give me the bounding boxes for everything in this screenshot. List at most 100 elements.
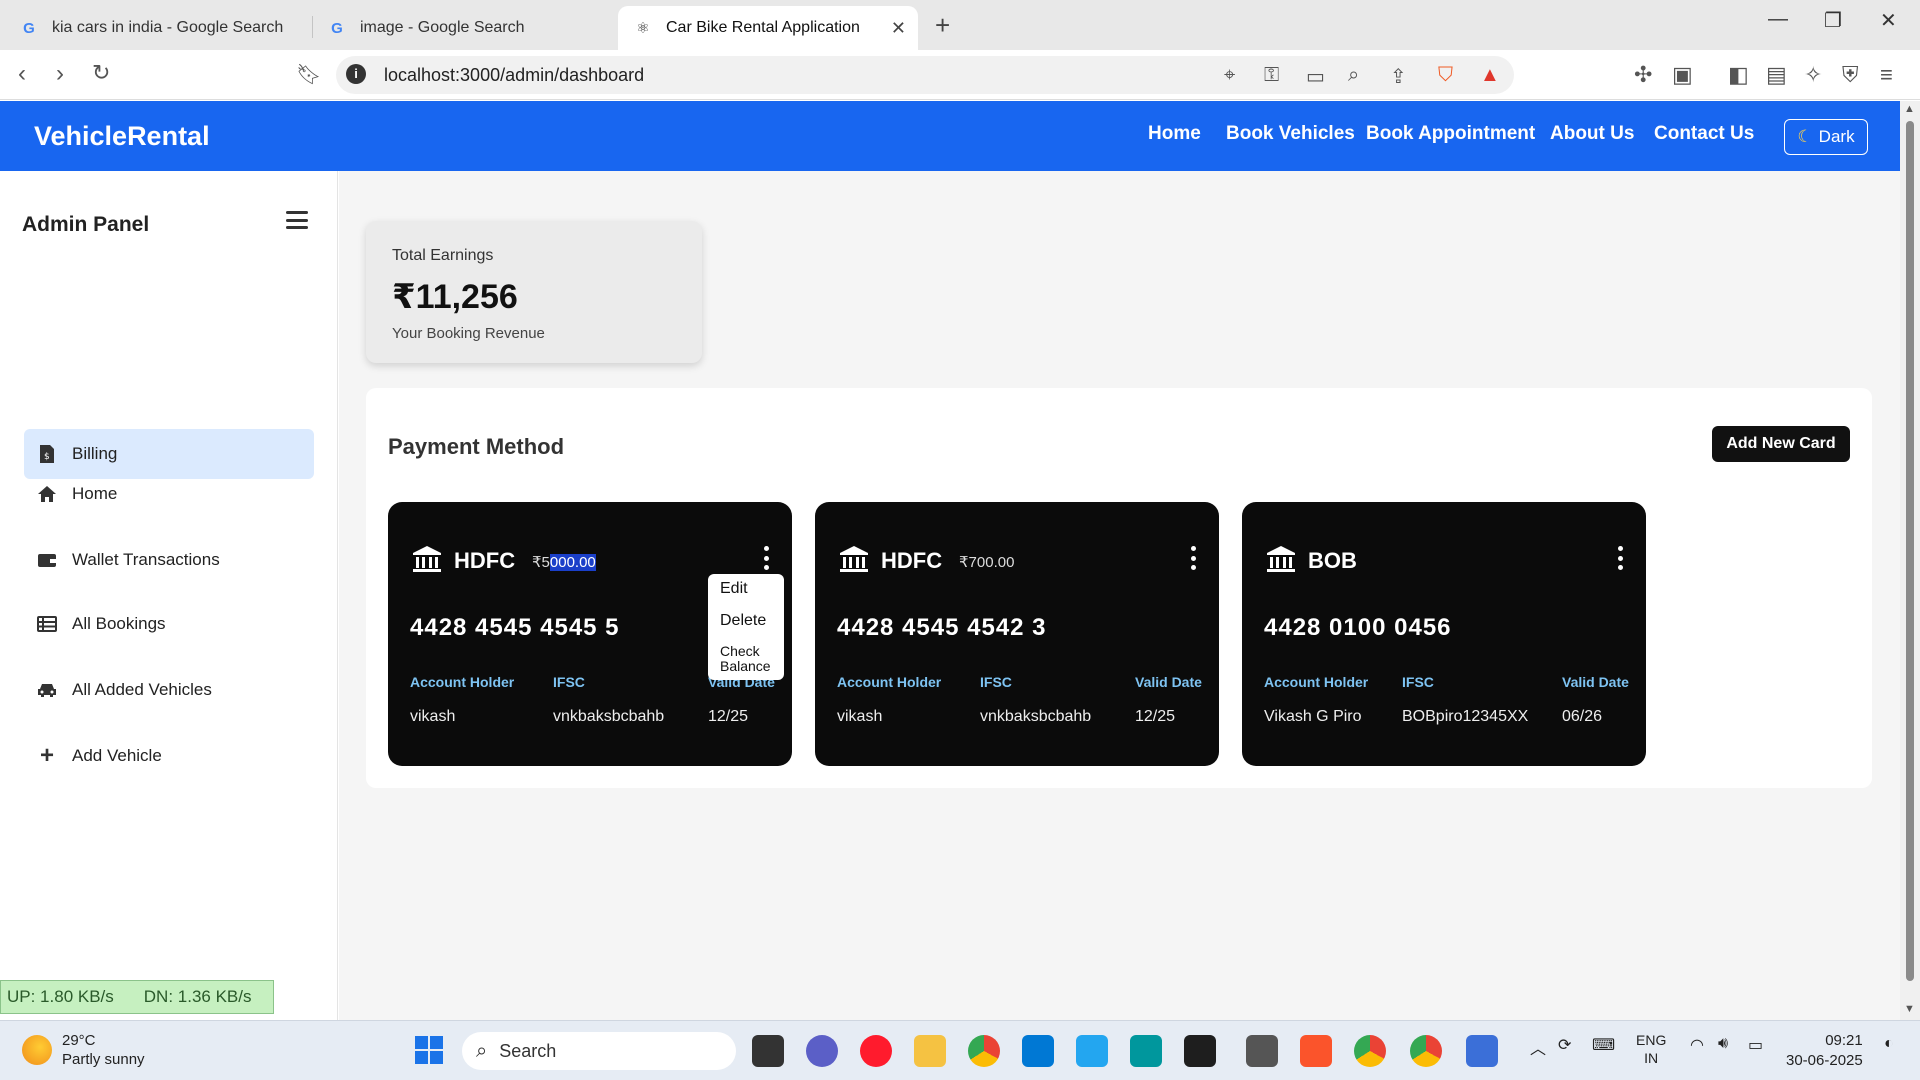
sidebar-item-all-added-vehicles[interactable]: All Added Vehicles (24, 665, 314, 715)
sidebar-item-wallet[interactable]: Wallet Transactions (24, 535, 314, 585)
volume-icon[interactable]: 🔊︎ (1718, 1035, 1728, 1053)
teams-icon[interactable] (806, 1035, 838, 1067)
share-icon[interactable]: ⇪ (1390, 64, 1407, 89)
browser-tab-1[interactable]: G kia cars in india - Google Search (4, 6, 304, 50)
sidebar-toggle-icon[interactable]: ◧ (1728, 62, 1749, 88)
site-info-icon[interactable]: i (346, 64, 366, 84)
arduino-icon[interactable] (1130, 1035, 1162, 1067)
browser-tab-3[interactable]: ⚛ Car Bike Rental Application ✕ (618, 6, 918, 50)
nav-about-us[interactable]: About Us (1550, 123, 1634, 145)
reload-icon[interactable]: ↻ (92, 60, 110, 86)
total-earnings-card: Total Earnings ₹11,256 Your Booking Reve… (366, 221, 702, 363)
dark-mode-button[interactable]: ☾ Dark (1784, 119, 1868, 155)
address-bar[interactable]: i localhost:3000/admin/dashboard (336, 56, 1514, 94)
bank-card-bob[interactable]: BOB 4428 0100 0456 Account Holder IFSC V… (1242, 502, 1646, 766)
app-2-icon[interactable] (1466, 1035, 1498, 1067)
card-options-icon[interactable] (762, 546, 770, 570)
dark-mode-label: Dark (1818, 127, 1855, 146)
leo-ai-icon[interactable]: ✧ (1804, 62, 1822, 88)
restore-icon[interactable]: ❐ (1824, 8, 1842, 33)
chrome-icon[interactable] (968, 1035, 1000, 1067)
card-options-icon[interactable] (1189, 546, 1197, 570)
valid-date-value: 06/26 (1562, 708, 1603, 725)
system-clock[interactable]: 09:21 30-06-2025 (1786, 1031, 1863, 1071)
keyboard-icon[interactable]: ⌨ (1592, 1035, 1615, 1055)
location-icon[interactable]: ⌖ (1224, 64, 1235, 87)
menu-icon[interactable]: ≡ (1880, 62, 1893, 88)
scroll-up-icon[interactable]: ▲ (1904, 103, 1915, 115)
notifications-icon[interactable]: ◐ (1884, 1035, 1894, 1053)
vpn-icon[interactable]: ⛨ (1842, 62, 1859, 88)
task-view-icon[interactable] (752, 1035, 784, 1067)
chrome-profile-2-icon[interactable] (1410, 1035, 1442, 1067)
close-tab-icon[interactable]: ✕ (891, 18, 906, 39)
close-window-icon[interactable]: ✕ (1880, 8, 1897, 33)
browser-tabbar: G kia cars in india - Google Search G im… (0, 0, 1920, 50)
minimize-icon[interactable]: — (1768, 8, 1788, 31)
file-explorer-icon[interactable] (914, 1035, 946, 1067)
figma-icon[interactable] (1184, 1035, 1216, 1067)
sidebar-item-all-bookings[interactable]: All Bookings (24, 599, 314, 649)
netspeed-widget: UP: 1.80 KB/s DN: 1.36 KB/s (0, 980, 274, 1014)
bank-card-hdfc-2[interactable]: HDFC ₹700.00 4428 4545 4542 3 Account Ho… (815, 502, 1219, 766)
key-icon[interactable]: ⚿ (1264, 64, 1279, 87)
opera-icon[interactable] (860, 1035, 892, 1067)
back-icon[interactable]: ‹ (18, 60, 26, 88)
menu-check-balance[interactable]: Check Balance (720, 644, 771, 674)
payment-method-title: Payment Method (388, 434, 565, 459)
clock-date: 30-06-2025 (1786, 1052, 1863, 1069)
windows-start-icon[interactable] (414, 1035, 444, 1065)
zoom-icon[interactable]: ⌕ (1348, 64, 1359, 87)
menu-edit[interactable]: Edit (720, 580, 748, 598)
sidebar-item-billing-active[interactable]: $ Billing (24, 429, 314, 479)
ifsc-value: vnkbaksbcbahb (980, 708, 1092, 725)
extensions-icon[interactable]: ✣ (1634, 62, 1652, 88)
wifi-icon[interactable]: ◠ (1690, 1035, 1704, 1055)
sidebar-item-add-vehicle[interactable]: + Add Vehicle (24, 731, 314, 781)
svg-text:$: $ (44, 452, 50, 462)
valid-date-label: Valid Date (1562, 674, 1629, 690)
account-holder-label: Account Holder (410, 674, 515, 690)
bank-card-hdfc-1[interactable]: HDFC ₹5000.00 4428 4545 4545 5 Account H… (388, 502, 792, 766)
ifsc-value: vnkbaksbcbahb (553, 708, 665, 725)
cast-icon[interactable]: ▭ (1306, 64, 1325, 89)
bookmark-icon[interactable]: 🔖︎ (296, 62, 321, 87)
new-tab-button[interactable]: + (935, 10, 950, 41)
taskbar-search[interactable]: ⌕ Search (462, 1032, 736, 1070)
bank-icon (1267, 546, 1295, 572)
valid-date-label: Valid Date (1135, 674, 1202, 690)
nav-book-vehicles[interactable]: Book Vehicles (1226, 123, 1355, 145)
media-icon[interactable]: ▣ (1672, 62, 1693, 88)
weather-widget[interactable]: 29°C Partly sunny (22, 1031, 145, 1069)
scrollbar-thumb[interactable] (1906, 121, 1914, 981)
brand-logo[interactable]: VehicleRental (34, 121, 210, 152)
vscode-icon[interactable] (1076, 1035, 1108, 1067)
ifsc-label: IFSC (980, 674, 1012, 690)
nav-contact-us[interactable]: Contact Us (1654, 123, 1754, 145)
battery-icon[interactable]: ▭ (1748, 1035, 1763, 1055)
language-indicator[interactable]: ENG IN (1636, 1031, 1666, 1067)
brave-icon[interactable] (1300, 1035, 1332, 1067)
browser-tab-2[interactable]: G image - Google Search (312, 6, 612, 50)
panel-title: Admin Panel (22, 213, 150, 236)
app-icon[interactable] (1246, 1035, 1278, 1067)
tray-chevron-icon[interactable]: ︿ (1530, 1035, 1546, 1059)
nav-book-appointment[interactable]: Book Appointment (1366, 123, 1535, 145)
earnings-subtitle: Your Booking Revenue (392, 325, 545, 342)
scroll-down-icon[interactable]: ▼ (1904, 1003, 1915, 1015)
wallet-browser-icon[interactable]: ▤ (1766, 62, 1787, 88)
nav-home[interactable]: Home (1148, 123, 1201, 145)
add-new-card-button[interactable]: Add New Card (1712, 426, 1850, 462)
forward-icon[interactable]: › (56, 60, 64, 88)
menu-delete[interactable]: Delete (720, 612, 766, 630)
chrome-profile-icon[interactable] (1354, 1035, 1386, 1067)
brave-rewards-icon[interactable]: ▲ (1480, 64, 1500, 87)
page-scrollbar[interactable]: ▲ ▼ (1900, 101, 1920, 1020)
card-options-icon[interactable] (1616, 546, 1624, 570)
hamburger-menu-icon[interactable] (286, 211, 308, 229)
url-text[interactable]: localhost:3000/admin/dashboard (384, 65, 644, 86)
brave-shield-icon[interactable]: ⛉ (1438, 64, 1453, 87)
sync-icon[interactable]: ⟳ (1558, 1035, 1571, 1055)
bank-name: HDFC (881, 548, 943, 573)
store-icon[interactable] (1022, 1035, 1054, 1067)
